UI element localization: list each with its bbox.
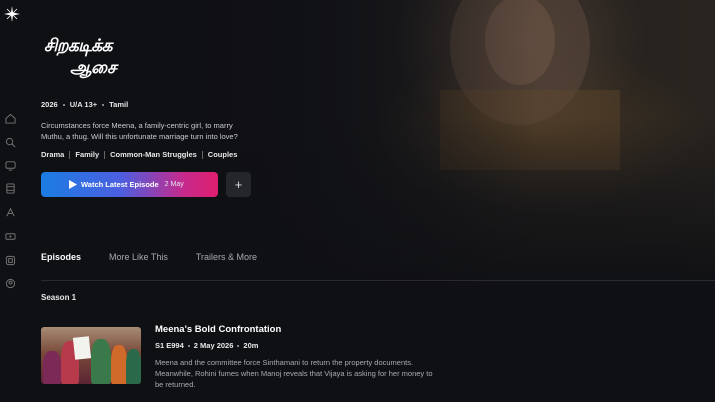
meta-dot [102,103,105,106]
thumbnail-document [72,336,92,360]
watch-button-date: 2 May [164,181,184,188]
genre-item: Common-Man Struggles [110,150,197,159]
search-icon[interactable] [5,137,16,148]
profile-icon[interactable] [5,278,16,289]
home-icon[interactable] [5,113,16,124]
title-logo-line2: ஆசை [70,58,117,77]
episode-title[interactable]: Meena's Bold Confrontation [155,324,281,335]
episode-date: 2 May 2026 [193,341,234,350]
genre-item: Couples [207,150,238,159]
thumbnail-figure [111,345,127,384]
thumbnail-figure [126,349,141,384]
episode-thumbnail[interactable] [41,327,141,384]
episode-meta: S1 E994 2 May 2026 20m [155,341,258,350]
genre-item: Family [75,150,100,159]
title-logo-line1: சிறகடிக்க [44,36,113,55]
thumbnail-figure [91,339,111,384]
categories-icon[interactable] [5,255,16,266]
genre-separator [104,150,106,159]
content-tabs: Episodes More Like This Trailers & More [41,252,285,262]
tab-trailers-and-more[interactable]: Trailers & More [196,252,257,262]
watch-latest-episode-button[interactable]: Watch Latest Episode 2 May [41,172,218,197]
genre-item: Drama [41,150,65,159]
episode-code: S1 E994 [155,341,184,350]
movies-icon[interactable] [5,183,16,194]
genre-list: Drama Family Common-Man Struggles Couple… [41,150,237,159]
genre-separator [201,150,203,159]
sidebar [0,0,22,402]
show-description: Circumstances force Meena, a family-cent… [41,121,238,141]
watch-button-label: Watch Latest Episode [81,180,159,189]
tabs-divider [41,280,715,281]
show-meta: 2026 U/A 13+ Tamil [41,100,128,109]
sports-icon[interactable] [5,207,16,218]
tab-episodes[interactable]: Episodes [41,252,81,262]
meta-dot [237,344,240,347]
episode-description: Meena and the committee force Sinthamani… [155,358,433,389]
thumbnail-figure [43,351,61,384]
plus-icon: + [234,177,243,192]
play-icon [69,180,77,189]
tab-more-like-this[interactable]: More Like This [109,252,168,262]
sparks-icon[interactable] [5,231,16,242]
show-title-logo: சிறகடிக்க ஆசை [40,36,140,82]
brand-star-icon[interactable] [4,6,20,22]
tv-icon[interactable] [5,160,16,171]
show-language: Tamil [109,100,129,109]
season-label[interactable]: Season 1 [41,293,76,302]
genre-separator [69,150,71,159]
episode-duration: 20m [243,341,259,350]
show-rating: U/A 13+ [69,100,98,109]
meta-dot [62,103,65,106]
show-year: 2026 [41,100,58,109]
add-to-watchlist-button[interactable]: + [226,172,251,197]
meta-dot [187,344,190,347]
